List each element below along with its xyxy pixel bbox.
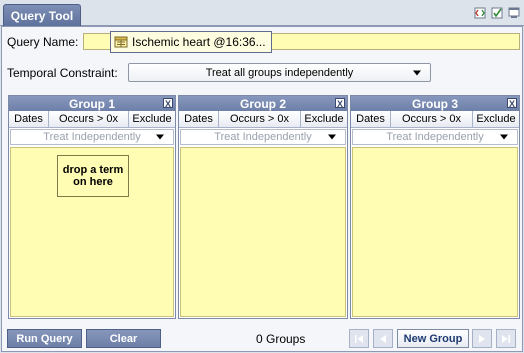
group-panel-3: Group 3 X Dates Occurs > 0x Exclude Trea…	[350, 95, 520, 319]
group-title: Group 1	[68, 96, 115, 111]
close-icon[interactable]: X	[335, 98, 345, 109]
chevron-down-icon	[156, 134, 164, 140]
group-timing-select[interactable]: Treat Independently	[352, 129, 518, 145]
toolbar-icons	[474, 7, 520, 19]
query-name-value: Ischemic heart @16:36...	[132, 35, 266, 49]
group-tab-dates[interactable]: Dates	[9, 111, 49, 127]
group-timing-value: Treat Independently	[386, 131, 484, 143]
run-query-button[interactable]: Run Query	[7, 329, 82, 348]
validate-check-icon[interactable]	[491, 7, 503, 19]
temporal-constraint-select[interactable]: Treat all groups independently	[128, 63, 431, 82]
group-tab-dates[interactable]: Dates	[351, 111, 391, 127]
group-panel-2: Group 2 X Dates Occurs > 0x Exclude Trea…	[178, 95, 348, 319]
group-header: Group 3 X	[351, 96, 519, 111]
query-name-label: Query Name:	[7, 35, 79, 49]
last-page-icon	[502, 334, 510, 343]
group-count: 0 Groups	[256, 332, 306, 346]
new-group-button[interactable]: New Group	[397, 329, 469, 348]
temporal-constraint-label: Temporal Constraint:	[7, 66, 118, 80]
group-tabs: Dates Occurs > 0x Exclude	[179, 111, 347, 128]
chevron-down-icon	[413, 70, 421, 75]
chevron-down-icon	[500, 134, 508, 140]
close-icon[interactable]: X	[507, 98, 517, 109]
group-tabs: Dates Occurs > 0x Exclude	[9, 111, 175, 128]
group-tab-exclude[interactable]: Exclude	[301, 111, 347, 127]
group-header: Group 1 X	[9, 96, 175, 111]
query-name-pill[interactable]: Ischemic heart @16:36...	[110, 31, 272, 53]
chevron-down-icon	[328, 134, 336, 140]
group-panel-1: Group 1 X Dates Occurs > 0x Exclude Trea…	[8, 95, 176, 319]
group-title: Group 3	[411, 96, 458, 111]
group-timing-select[interactable]: Treat Independently	[10, 129, 174, 145]
group-timing-value: Treat Independently	[43, 131, 141, 143]
group-tab-dates[interactable]: Dates	[179, 111, 219, 127]
next-page-icon	[479, 334, 485, 343]
group-header: Group 2 X	[179, 96, 347, 111]
query-document-icon	[114, 36, 128, 48]
next-page-button[interactable]	[472, 329, 492, 348]
tab-bar: Query Tool	[0, 0, 524, 27]
previous-page-icon	[380, 334, 386, 343]
group-timing-select[interactable]: Treat Independently	[180, 129, 346, 145]
previous-page-button[interactable]	[373, 329, 393, 348]
group-tab-exclude[interactable]: Exclude	[473, 111, 519, 127]
drop-hint: drop a term on here	[57, 155, 129, 197]
first-page-button[interactable]	[349, 329, 369, 348]
group-tab-exclude[interactable]: Exclude	[129, 111, 175, 127]
temporal-constraint-value: Treat all groups independently	[205, 66, 354, 79]
group-drop-area[interactable]	[180, 147, 346, 317]
query-window-icon[interactable]	[508, 7, 520, 19]
group-timing-value: Treat Independently	[214, 131, 312, 143]
group-drop-area[interactable]	[352, 147, 518, 317]
last-page-button[interactable]	[496, 329, 516, 348]
first-page-icon	[355, 334, 363, 343]
group-title: Group 2	[239, 96, 286, 111]
xml-view-icon[interactable]	[474, 7, 486, 19]
group-tab-occurs[interactable]: Occurs > 0x	[49, 111, 129, 127]
group-tab-occurs[interactable]: Occurs > 0x	[391, 111, 473, 127]
query-tool-panel: Query Name: Ischemic heart @16:36... Tem…	[1, 26, 523, 352]
tab-query-tool[interactable]: Query Tool	[3, 4, 81, 27]
group-tabs: Dates Occurs > 0x Exclude	[351, 111, 519, 128]
close-icon[interactable]: X	[163, 98, 173, 109]
group-tab-occurs[interactable]: Occurs > 0x	[219, 111, 301, 127]
clear-button[interactable]: Clear	[86, 329, 161, 348]
